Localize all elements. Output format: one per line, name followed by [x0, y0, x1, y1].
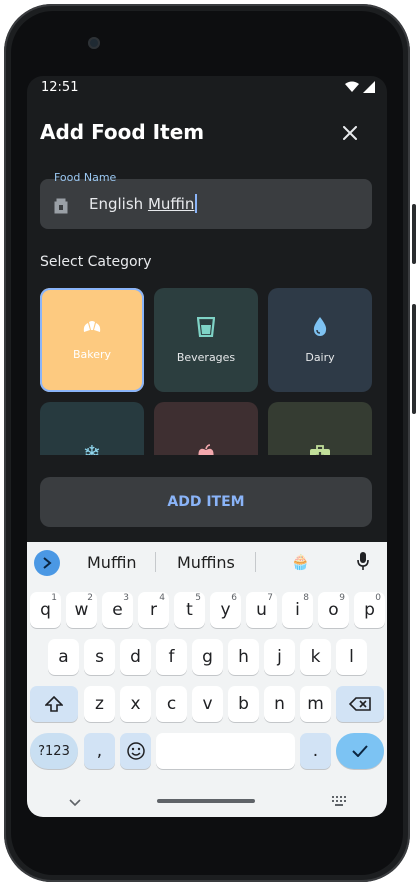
key-u[interactable]: u7	[246, 592, 277, 628]
volume-button	[412, 304, 416, 414]
keyboard-icon	[332, 796, 346, 806]
key-b[interactable]: b	[228, 686, 259, 722]
chevron-down-icon	[69, 799, 81, 807]
keyboard-switch-button[interactable]	[332, 791, 346, 810]
key-d[interactable]: d	[120, 639, 151, 675]
key-n[interactable]: n	[264, 686, 295, 722]
category-tile-dairy[interactable]: Dairy	[268, 288, 372, 392]
period-key[interactable]: .	[300, 733, 331, 769]
category-grid: Bakery Beverages Dairy ❄	[40, 288, 376, 455]
key-h[interactable]: h	[228, 639, 259, 675]
enter-key[interactable]	[336, 733, 384, 769]
section-title: Select Category	[40, 254, 152, 270]
emoji-icon	[126, 742, 145, 760]
signal-icon	[363, 81, 375, 93]
key-y[interactable]: y6	[210, 592, 241, 628]
navigation-bar	[27, 784, 387, 817]
key-i[interactable]: i8	[282, 592, 313, 628]
key-row-4: ?123 , .	[27, 733, 387, 769]
key-s[interactable]: s	[84, 639, 115, 675]
key-j[interactable]: j	[264, 639, 295, 675]
category-label-beverages: Beverages	[176, 350, 236, 364]
category-tile-beverages[interactable]: Beverages	[154, 288, 258, 392]
key-x[interactable]: x	[120, 686, 151, 722]
key-z[interactable]: z	[84, 686, 115, 722]
key-w[interactable]: w2	[66, 592, 97, 628]
category-tile-frozen[interactable]: ❄	[40, 402, 144, 455]
suggestion-divider	[155, 552, 156, 572]
shift-key[interactable]	[30, 686, 78, 722]
status-bar: 12:51	[27, 76, 387, 98]
key-r[interactable]: r4	[138, 592, 169, 628]
key-k[interactable]: k	[300, 639, 331, 675]
status-time: 12:51	[41, 80, 79, 95]
text-cursor	[195, 194, 198, 213]
add-item-button[interactable]: ADD ITEM	[40, 477, 372, 527]
food-name-value[interactable]: English Muffin	[89, 194, 198, 213]
dialog-title: Add Food Item	[40, 120, 205, 144]
shift-icon	[45, 696, 63, 712]
symbols-key[interactable]: ?123	[30, 733, 78, 769]
category-tile-health[interactable]	[268, 402, 372, 455]
key-c[interactable]: c	[156, 686, 187, 722]
suggestion-strip: Muffin Muffins 🧁	[27, 542, 387, 582]
key-row-3: z x c v b n m	[27, 686, 387, 722]
chevron-right-icon	[43, 557, 52, 569]
wifi-icon	[345, 81, 359, 92]
key-t[interactable]: t5	[174, 592, 205, 628]
backspace-key[interactable]	[336, 686, 384, 722]
suggestion-emoji[interactable]: 🧁	[291, 553, 310, 571]
home-indicator[interactable]	[157, 799, 255, 803]
emoji-key[interactable]	[120, 733, 151, 769]
keyboard: Muffin Muffins 🧁 q1 w2 e3 r4 t5 y6 u7 i8…	[27, 542, 387, 817]
key-f[interactable]: f	[156, 639, 187, 675]
mic-icon	[357, 552, 369, 570]
key-row-1: q1 w2 e3 r4 t5 y6 u7 i8 o9 p0	[27, 592, 387, 628]
front-camera	[88, 37, 100, 49]
key-v[interactable]: v	[192, 686, 223, 722]
food-name-label: Food Name	[54, 171, 117, 184]
category-label-dairy: Dairy	[305, 350, 335, 364]
food-name-field[interactable]: Food Name English Muffin	[40, 171, 372, 229]
hide-keyboard-button[interactable]	[69, 792, 81, 811]
checkmark-icon	[352, 745, 368, 757]
screen: 12:51 Add Food Item Food Name English Mu…	[27, 76, 387, 817]
suggestion-divider	[255, 552, 256, 572]
drop-icon	[313, 316, 327, 336]
backspace-icon	[349, 697, 371, 711]
category-tile-produce[interactable]	[154, 402, 258, 455]
key-e[interactable]: e3	[102, 592, 133, 628]
key-row-2: a s d f g h j k l	[27, 639, 387, 675]
key-a[interactable]: a	[48, 639, 79, 675]
croissant-icon	[83, 320, 101, 332]
microphone-button[interactable]	[357, 552, 369, 574]
comma-key[interactable]: ,	[84, 733, 115, 769]
category-label-bakery: Bakery	[72, 347, 112, 361]
space-key[interactable]	[156, 733, 295, 769]
autocorrect-word: Muffin	[147, 195, 195, 213]
suggestion-2[interactable]: Muffins	[177, 553, 235, 572]
key-q[interactable]: q1	[30, 592, 61, 628]
power-button	[412, 204, 416, 264]
close-icon	[343, 126, 357, 140]
food-bag-icon	[53, 196, 69, 218]
key-o[interactable]: o9	[318, 592, 349, 628]
apple-icon	[198, 444, 214, 455]
expand-suggestions-button[interactable]	[34, 550, 60, 576]
key-p[interactable]: p0	[354, 592, 385, 628]
category-tile-bakery[interactable]: Bakery	[40, 288, 144, 392]
snowflake-icon: ❄	[82, 441, 102, 456]
key-l[interactable]: l	[336, 639, 367, 675]
close-button[interactable]	[339, 122, 361, 144]
first-aid-kit-icon	[310, 445, 330, 455]
key-m[interactable]: m	[300, 686, 331, 722]
suggestion-1[interactable]: Muffin	[87, 553, 137, 572]
status-icons	[345, 81, 375, 93]
key-g[interactable]: g	[192, 639, 223, 675]
cup-icon	[197, 316, 215, 337]
